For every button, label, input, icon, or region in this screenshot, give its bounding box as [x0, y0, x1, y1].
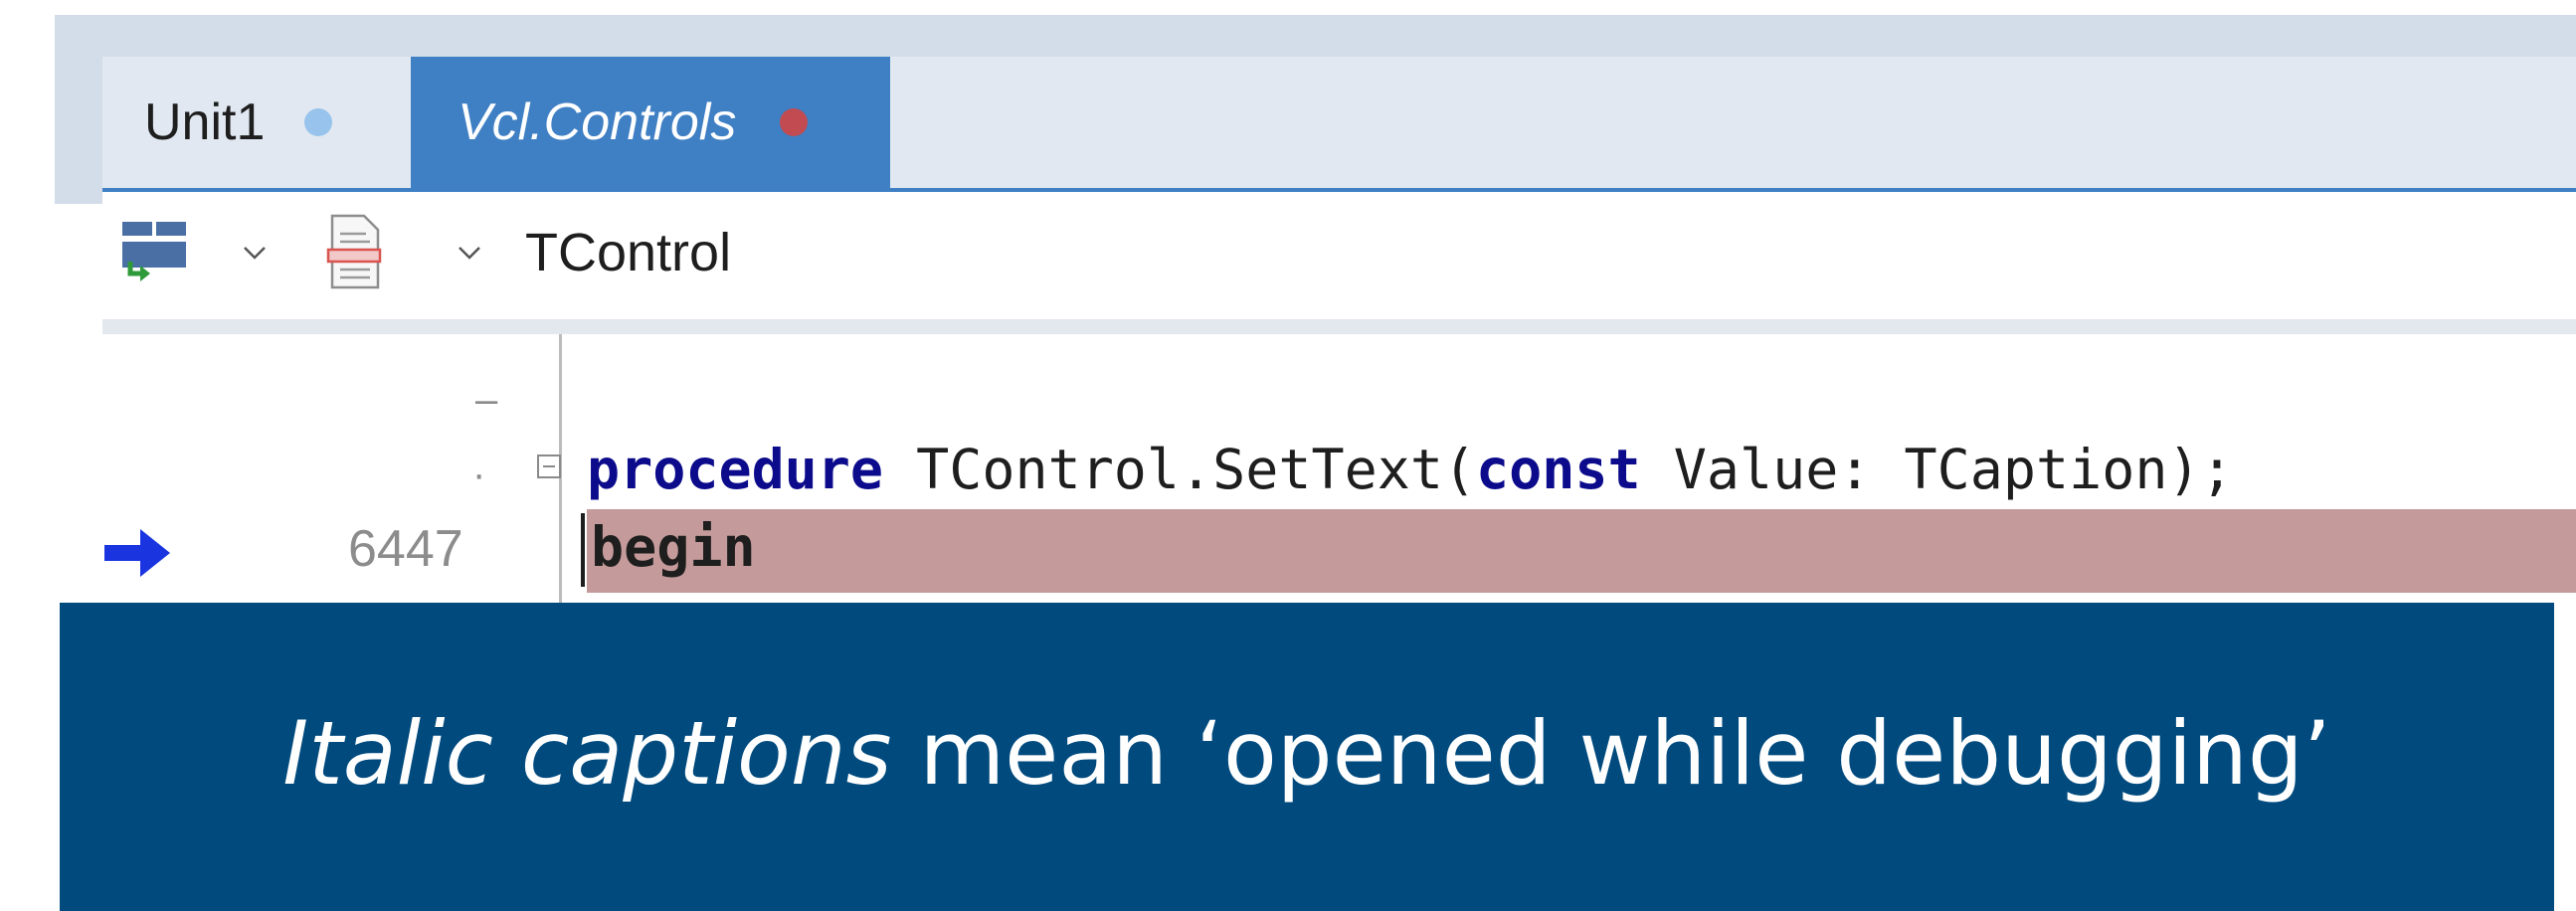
- caption-rest: mean ‘opened while debugging’: [891, 702, 2331, 805]
- keyword-procedure: procedure: [587, 438, 884, 501]
- structure-view-icon[interactable]: [122, 222, 188, 285]
- caption-banner: Italic captions mean ‘opened while debug…: [60, 603, 2554, 911]
- tab-status-dot-icon: [304, 108, 333, 136]
- tab-vcl-controls[interactable]: Vcl.Controls: [411, 57, 890, 188]
- tab-vcl-controls-label: Vcl.Controls: [458, 93, 737, 151]
- toolbar-separator: [102, 319, 2576, 334]
- keyword-begin: begin: [591, 515, 756, 579]
- code-line-begin: begin: [591, 515, 756, 579]
- window-frame-left: [55, 15, 102, 204]
- line-number: 6447: [348, 520, 463, 578]
- symbol-selector[interactable]: TControl: [525, 222, 731, 283]
- document-icon[interactable]: [326, 214, 382, 289]
- tab-unit1-label: Unit1: [144, 93, 266, 151]
- caption-text: Italic captions mean ‘opened while debug…: [60, 702, 2554, 805]
- chevron-down-icon[interactable]: [457, 240, 482, 266]
- code-text-a: TControl.SetText(: [883, 438, 1477, 501]
- gutter-marker-dot: ·: [472, 453, 486, 496]
- code-text-b: Value: TCaption);: [1640, 438, 2234, 501]
- code-line-procedure: procedure TControl.SetText(const Value: …: [587, 438, 2234, 501]
- keyword-const: const: [1476, 438, 1641, 501]
- chevron-down-icon[interactable]: [242, 240, 268, 266]
- execution-arrow-icon: [104, 529, 170, 577]
- tab-status-dot-icon: [780, 108, 809, 136]
- caption-italic-part: Italic captions: [282, 702, 892, 805]
- fold-collapse-icon[interactable]: [537, 455, 561, 478]
- window-frame-top: [55, 15, 2576, 57]
- text-caret: [581, 513, 585, 587]
- editor-toolbar: TControl: [102, 192, 2576, 319]
- gutter-marker-dash: –: [475, 378, 498, 422]
- tab-unit1[interactable]: Unit1: [102, 57, 411, 188]
- execution-line-highlight: [587, 509, 2576, 593]
